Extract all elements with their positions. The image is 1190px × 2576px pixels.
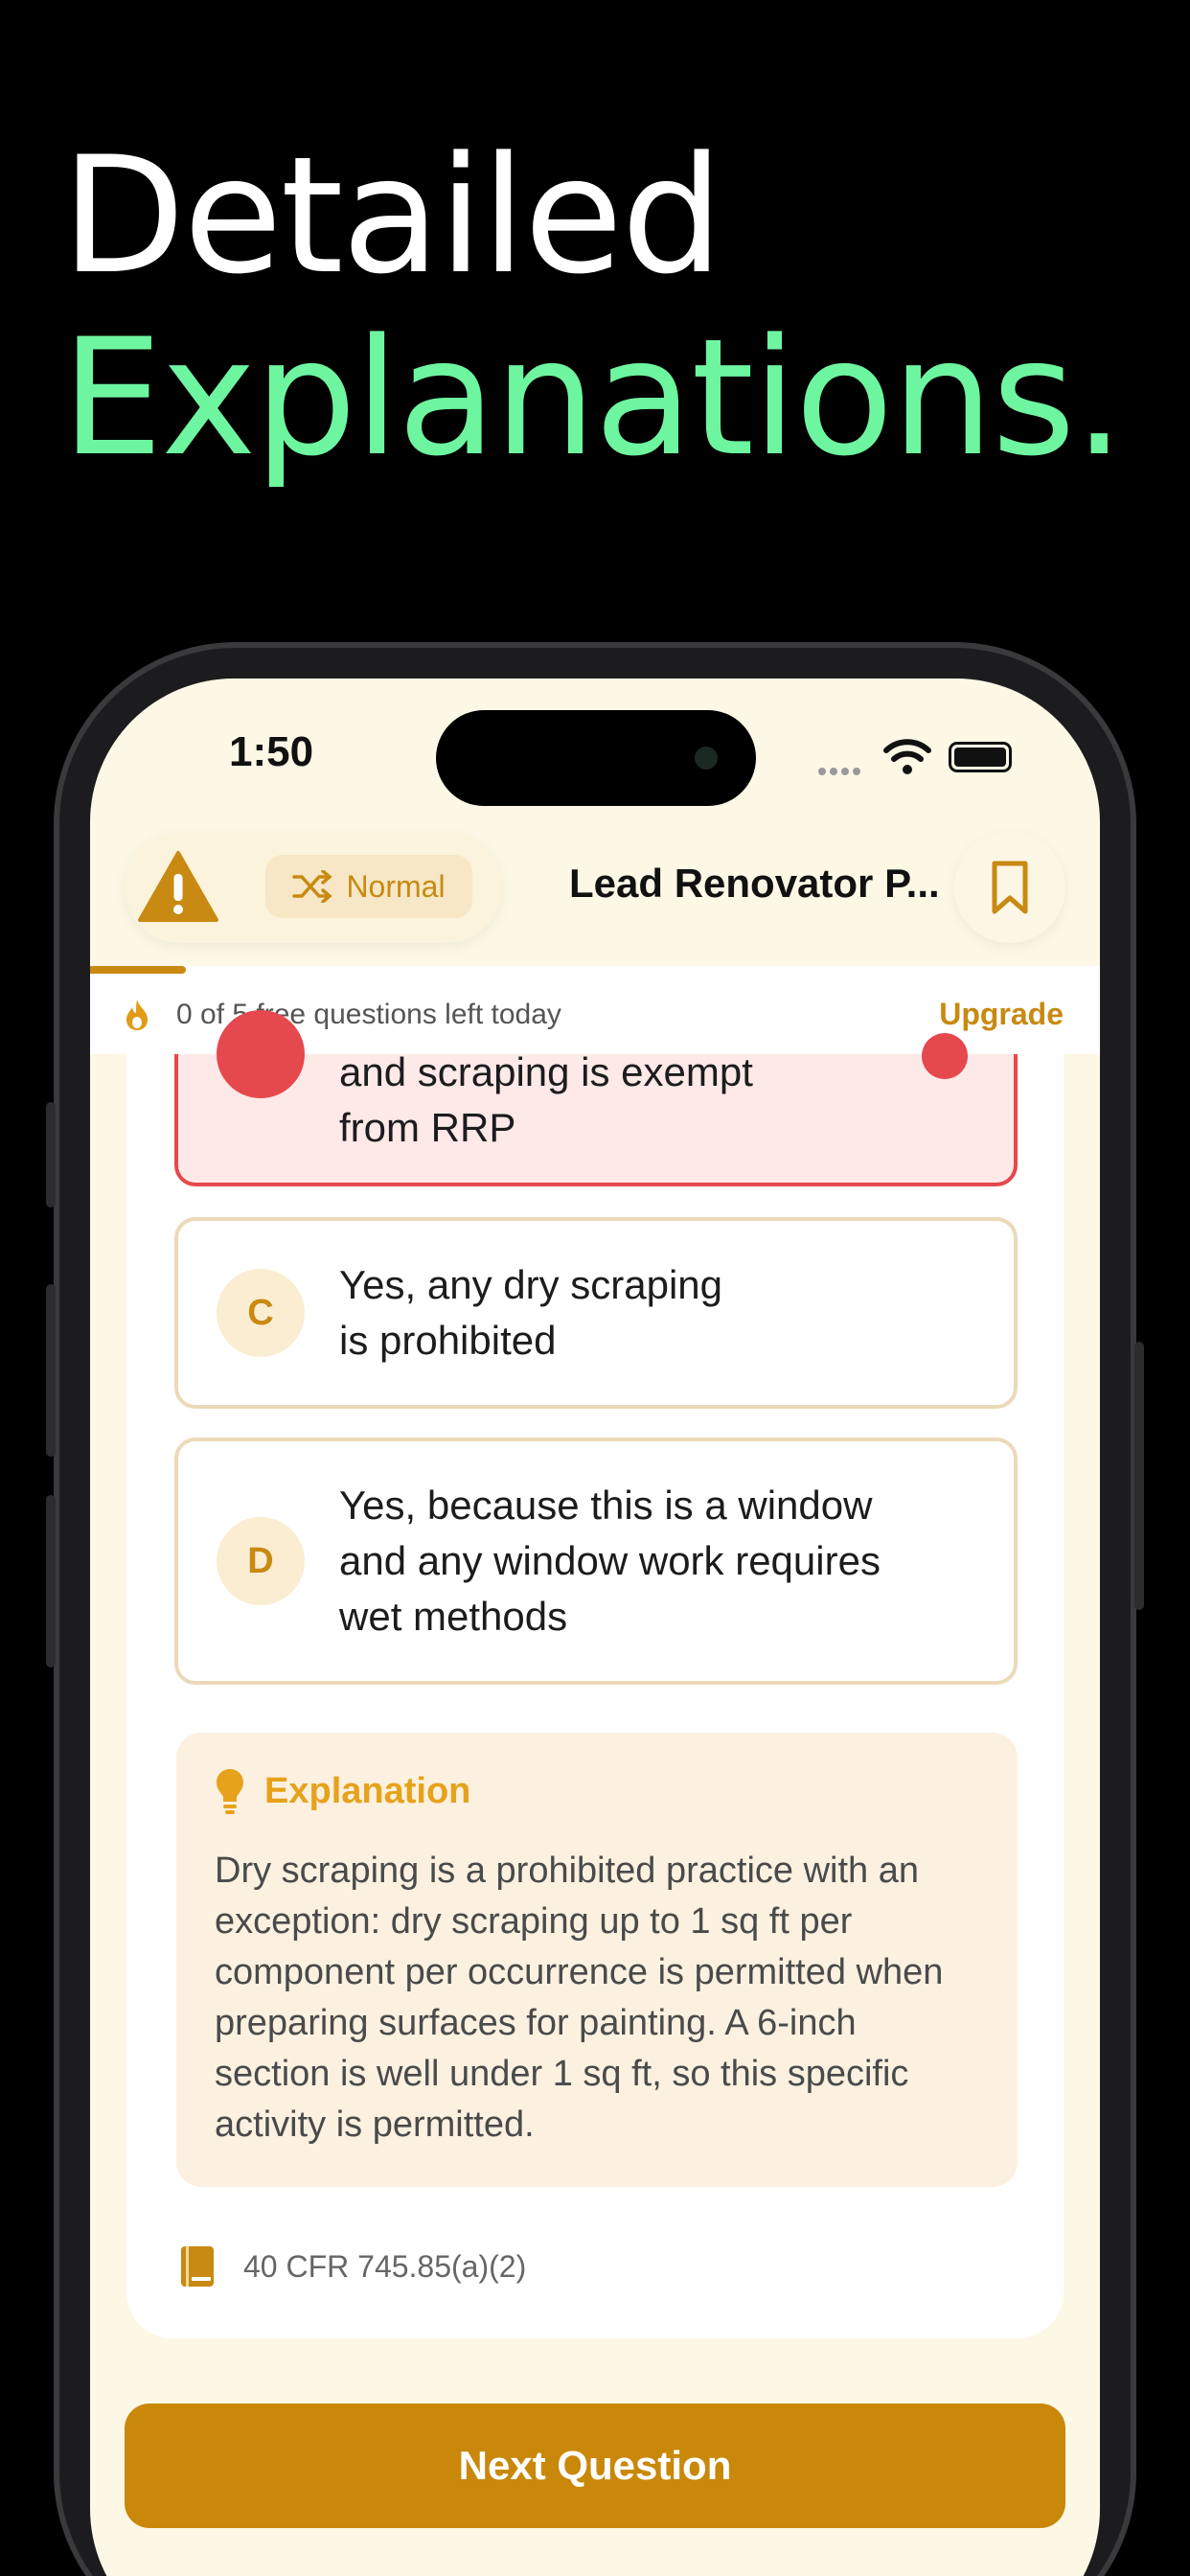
bookmark-button[interactable] [954,832,1065,943]
explanation-body: Dry scraping is a prohibited practice wi… [215,1851,944,2145]
explanation-header: Explanation [215,1767,470,1815]
explanation-heading: Explanation [264,1770,471,1811]
next-question-button[interactable]: Next Question [125,2404,1065,2528]
top-bar: Normal Lead Renovator P... [125,832,1065,947]
free-questions-progress [90,966,186,974]
answer-option-d[interactable]: D Yes, because this is a window and any … [174,1438,1018,1685]
camera-icon [695,747,718,770]
explanation-panel: Explanation Dry scraping is a prohibited… [176,1733,1018,2187]
page-title: Lead Renovator P... [569,861,940,906]
answer-option-b[interactable]: and scraping is exempt from RRP [174,1010,1018,1186]
option-text-line: and scraping is exempt [339,1049,753,1094]
option-text-line: wet methods [339,1594,568,1639]
option-text: and scraping is exempt from RRP [339,1045,956,1156]
answer-option-c[interactable]: C Yes, any dry scraping is prohibited [174,1217,1018,1409]
status-time: 1:50 [229,728,314,775]
option-text-line: Yes, because this is a window [339,1483,873,1528]
phone-side-button [46,1102,56,1208]
signal-icon [818,763,872,775]
option-text-line: is prohibited [339,1318,557,1363]
flame-icon [126,1000,148,1030]
option-letter-c: C [217,1269,305,1357]
option-text-line: and any window work requires [339,1538,881,1583]
battery-icon [949,742,1012,772]
dynamic-island [436,710,756,806]
option-letter-d: D [217,1517,305,1605]
shuffle-icon [292,870,333,903]
left-controls-pill: Normal [125,832,502,943]
status-bar: 1:50 [90,678,1100,822]
option-text: Yes, because this is a window and any wi… [339,1478,956,1644]
reference-text: 40 CFR 745.85(a)(2) [243,2248,527,2284]
option-text-line: from RRP [339,1105,516,1150]
phone-side-button [46,1495,56,1668]
mode-toggle-button[interactable]: Normal [265,855,472,918]
reference-row: 40 CFR 745.85(a)(2) [178,2244,526,2288]
warning-icon[interactable] [138,849,218,926]
phone-side-button [1134,1342,1144,1610]
headline: Detailed Explanations. [61,122,1125,492]
lightbulb-icon [217,1769,243,1814]
option-letter-b [217,1010,305,1098]
wifi-icon [883,739,931,774]
app-screen: 1:50 Normal Lead Renovator P... 0 of 5 f… [90,678,1100,2576]
bookmark-icon [992,861,1028,914]
mode-label: Normal [346,868,446,904]
upgrade-link[interactable]: Upgrade [939,997,1064,1032]
headline-line-2: Explanations. [61,304,1125,492]
option-text: Yes, any dry scraping is prohibited [339,1257,956,1368]
headline-line-1: Detailed [61,122,723,310]
phone-side-button [46,1284,56,1457]
book-icon [181,2246,214,2287]
option-text-line: Yes, any dry scraping [339,1262,723,1307]
